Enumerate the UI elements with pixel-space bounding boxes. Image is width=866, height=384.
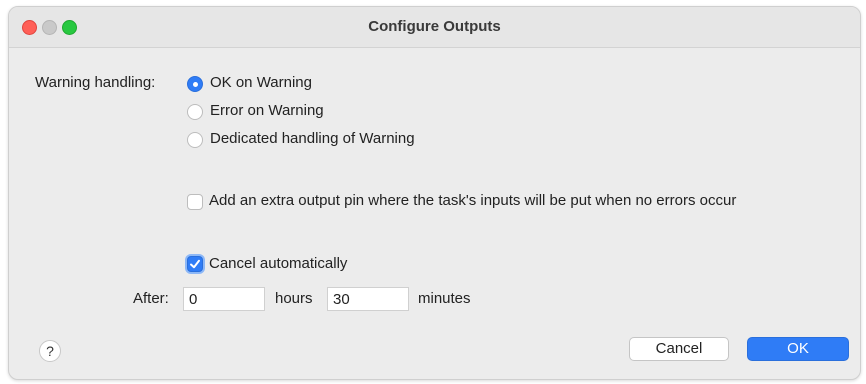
- extra-output-pin-label[interactable]: Add an extra output pin where the task's…: [209, 192, 736, 209]
- ok-on-warning-radio[interactable]: [187, 76, 203, 92]
- window-title: Configure Outputs: [368, 18, 501, 35]
- ok-on-warning-label[interactable]: OK on Warning: [210, 74, 312, 91]
- after-label: After:: [133, 290, 169, 307]
- hours-input[interactable]: [183, 287, 265, 311]
- title-bar: Configure Outputs: [9, 7, 860, 48]
- configure-outputs-dialog: Configure Outputs Warning handling: OK o…: [8, 6, 861, 380]
- dedicated-handling-label[interactable]: Dedicated handling of Warning: [210, 130, 415, 147]
- hours-label: hours: [275, 290, 313, 307]
- help-button[interactable]: ?: [39, 340, 61, 362]
- ok-button[interactable]: OK: [747, 337, 849, 361]
- extra-output-pin-checkbox[interactable]: [187, 194, 203, 210]
- warning-handling-label: Warning handling:: [35, 74, 156, 91]
- minutes-label: minutes: [418, 290, 471, 307]
- checkmark-icon: [190, 259, 200, 269]
- dedicated-handling-radio[interactable]: [187, 132, 203, 148]
- minutes-input[interactable]: [327, 287, 409, 311]
- error-on-warning-label[interactable]: Error on Warning: [210, 102, 324, 119]
- error-on-warning-radio[interactable]: [187, 104, 203, 120]
- cancel-automatically-label[interactable]: Cancel automatically: [209, 255, 347, 272]
- cancel-automatically-checkbox[interactable]: [187, 256, 203, 272]
- cancel-button[interactable]: Cancel: [629, 337, 729, 361]
